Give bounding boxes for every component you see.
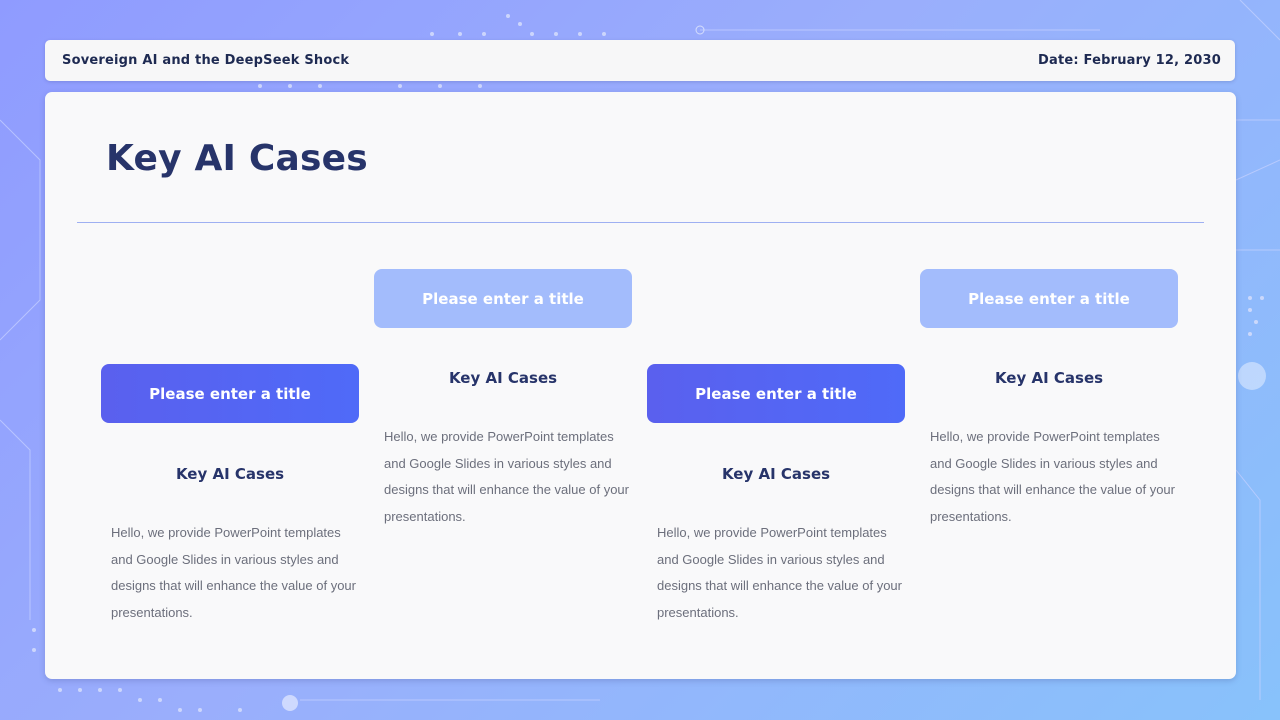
card-3-title-box[interactable]: Please enter a title (647, 364, 905, 423)
card-1-body: Hello, we provide PowerPoint templates a… (111, 525, 356, 620)
presentation-date: Date: February 12, 2030 (1038, 53, 1221, 68)
card-2-title-box[interactable]: Please enter a title (374, 269, 632, 328)
card-1-title-box[interactable]: Please enter a title (101, 364, 359, 423)
title-divider (77, 222, 1204, 223)
card-4-title-box[interactable]: Please enter a title (920, 269, 1178, 328)
card-3-body: Hello, we provide PowerPoint templates a… (657, 525, 902, 620)
card-2-heading: Key AI Cases (448, 369, 558, 387)
header-bar: Sovereign AI and the DeepSeek Shock Date… (45, 40, 1235, 81)
presentation-title: Sovereign AI and the DeepSeek Shock (62, 53, 350, 68)
card-1-heading: Key AI Cases (175, 465, 285, 483)
card-4-heading: Key AI Cases (994, 369, 1104, 387)
page-title: Key AI Cases (106, 138, 368, 179)
card-4-body: Hello, we provide PowerPoint templates a… (930, 429, 1175, 524)
card-3-heading: Key AI Cases (721, 465, 831, 483)
card-2-body: Hello, we provide PowerPoint templates a… (384, 429, 629, 524)
